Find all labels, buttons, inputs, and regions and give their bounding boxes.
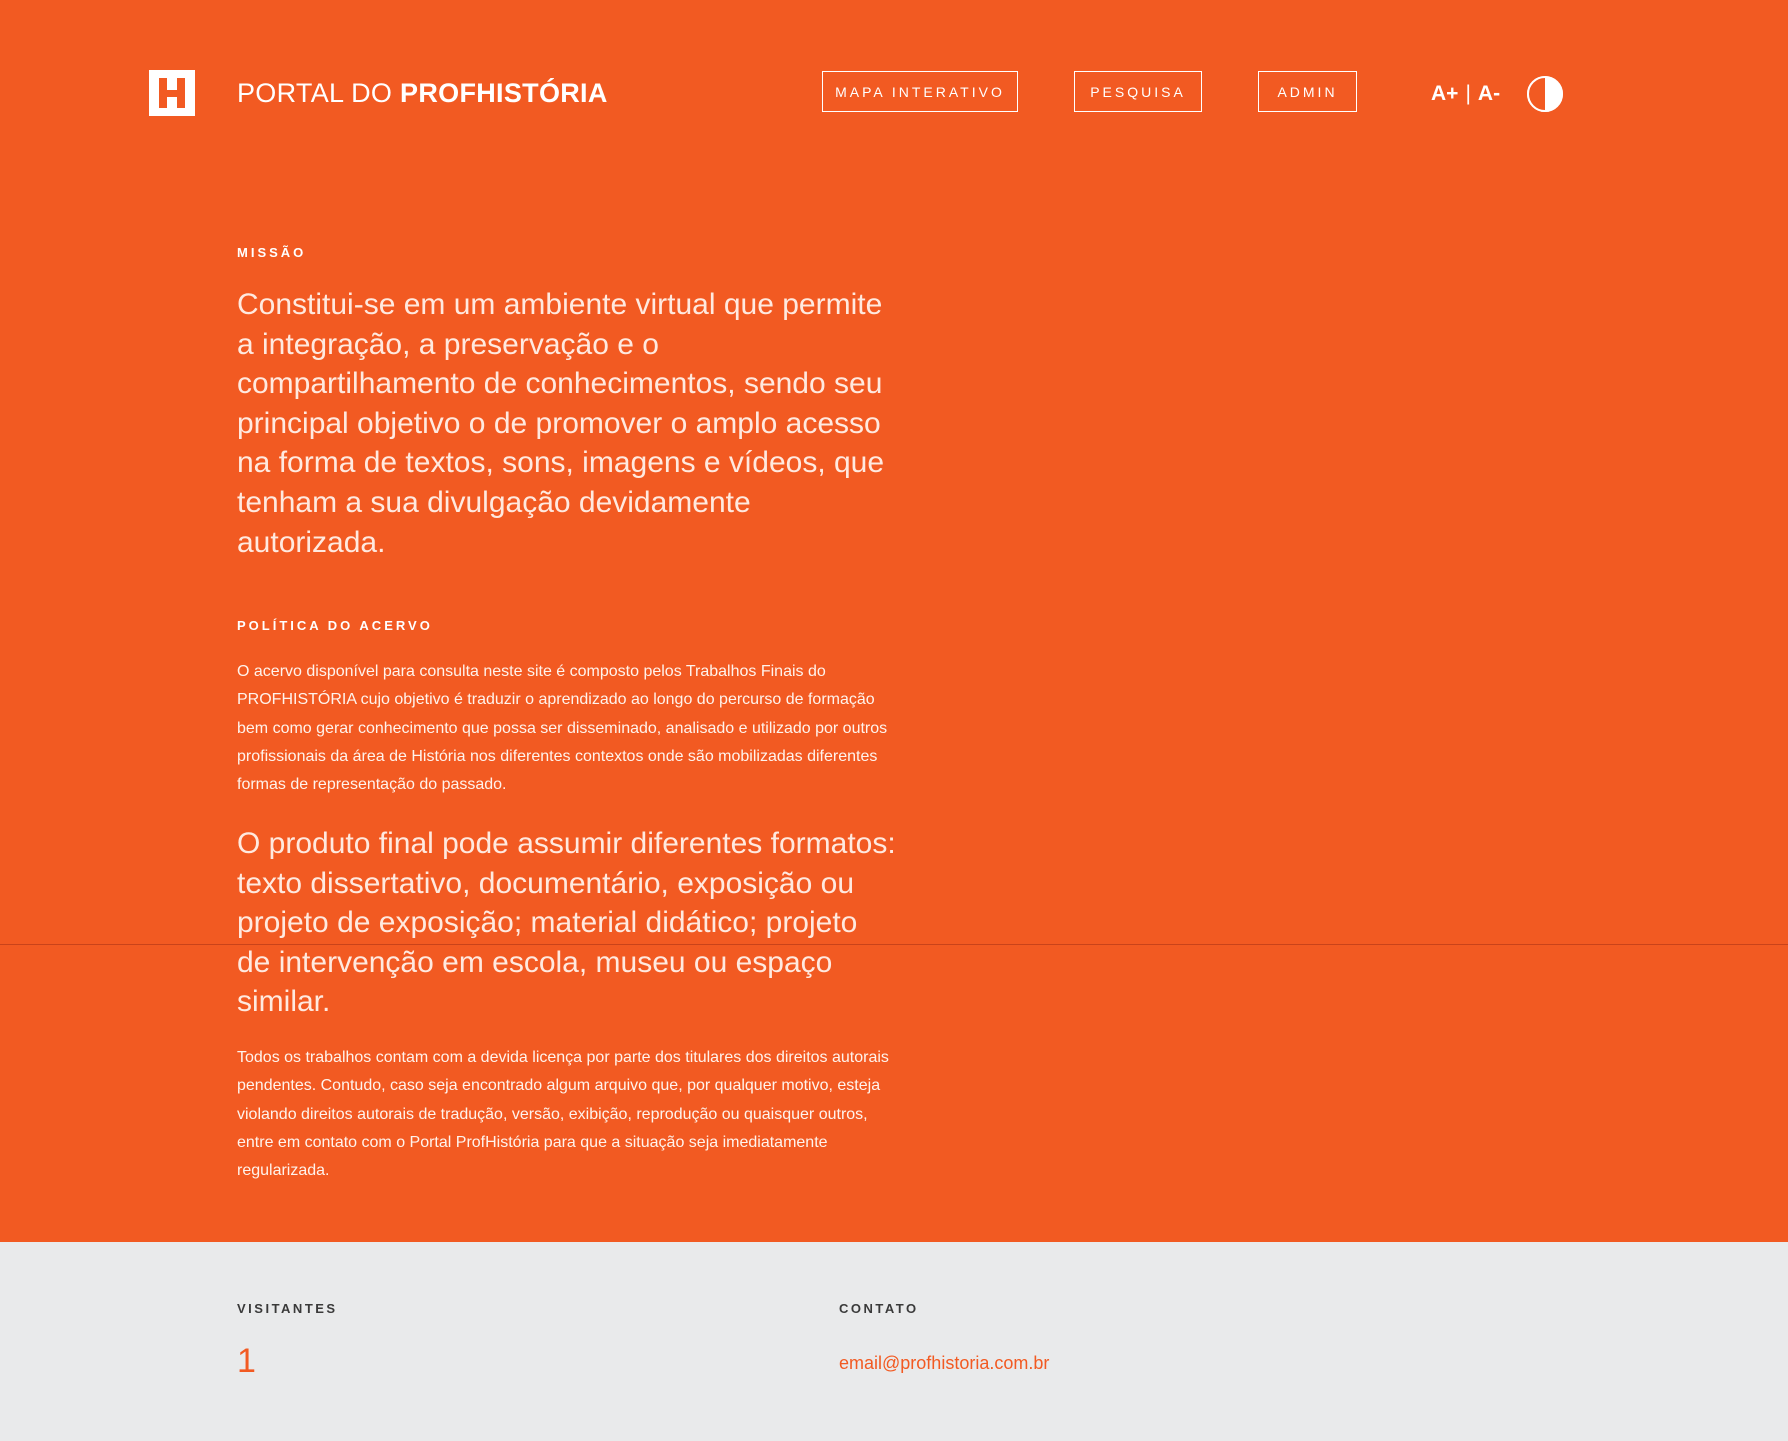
admin-button[interactable]: ADMIN — [1258, 71, 1357, 112]
site-header: PORTAL DO PROFHISTÓRIA MAPA INTERATIVO P… — [0, 0, 1788, 190]
contact-email-link[interactable]: email@profhistoria.com.br — [839, 1352, 1049, 1374]
politica-paragraph-2: Todos os trabalhos contam com a devida l… — [237, 1049, 889, 1180]
logo-h-icon[interactable] — [149, 70, 195, 116]
missao-label: MISSÃO — [237, 245, 307, 260]
contato-label: CONTATO — [839, 1301, 919, 1316]
missao-text: Constitui-se em um ambiente virtual que … — [237, 288, 885, 559]
politica-label: POLÍTICA DO ACERVO — [237, 618, 433, 633]
site-footer: VISITANTES 1 CONTATO email@profhistoria.… — [0, 1242, 1788, 1441]
politica-paragraph-1: O acervo disponível para consulta neste … — [237, 663, 888, 794]
font-decrease-button[interactable]: A- — [1478, 82, 1500, 106]
contrast-toggle-icon[interactable] — [1526, 75, 1564, 113]
mapa-interativo-button[interactable]: MAPA INTERATIVO — [822, 71, 1018, 112]
visitor-count: 1 — [237, 1342, 256, 1380]
site-title-bold: PROFHISTÓRIA — [400, 78, 608, 108]
font-separator: | — [1465, 82, 1471, 105]
site-title-light: PORTAL DO — [237, 78, 401, 108]
font-increase-button[interactable]: A+ — [1431, 82, 1458, 106]
font-size-controls: A+ | A- — [1431, 80, 1500, 108]
pesquisa-button[interactable]: PESQUISA — [1074, 71, 1202, 112]
divider-line — [0, 944, 1788, 945]
politica-lead-2: O produto final pode assumir diferentes … — [237, 827, 896, 1019]
visitantes-label: VISITANTES — [237, 1301, 338, 1316]
site-title[interactable]: PORTAL DO PROFHISTÓRIA — [237, 76, 608, 110]
